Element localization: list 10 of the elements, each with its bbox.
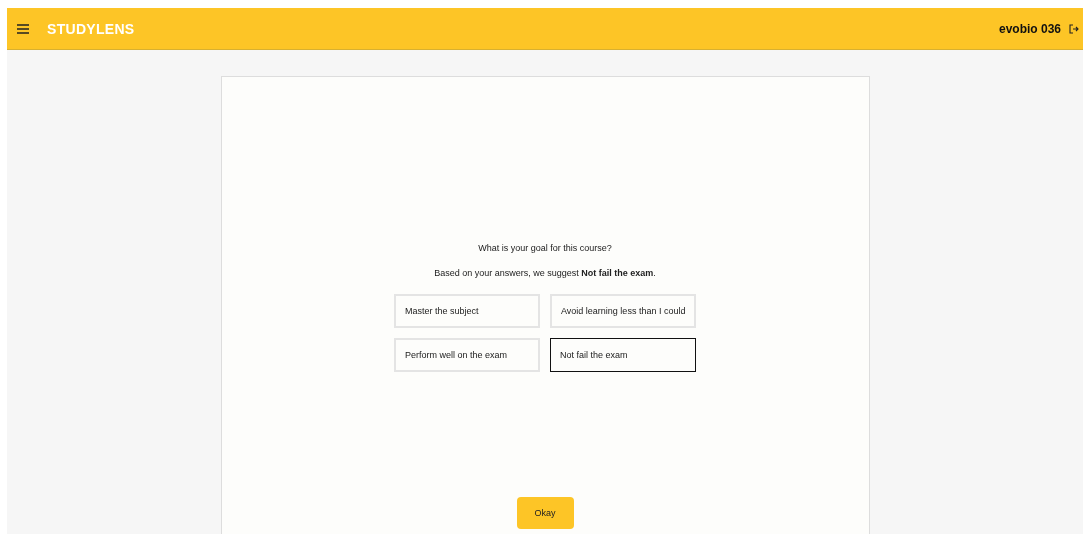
- menu-icon[interactable]: [17, 23, 29, 34]
- username: evobio 036: [998, 21, 1061, 36]
- okay-button[interactable]: Okay: [516, 497, 574, 529]
- answer-option[interactable]: Avoid learning less than I could: [550, 294, 696, 328]
- answer-option[interactable]: Perform well on the exam: [394, 338, 540, 372]
- suggestion-text: Based on your answers, we suggest Not fail the exam.: [434, 268, 656, 278]
- answer-option[interactable]: Not fail the exam: [550, 338, 696, 372]
- logout-icon[interactable]: [1069, 23, 1079, 34]
- question-text: What is your goal for this course?: [478, 243, 612, 253]
- answer-option[interactable]: Master the subject: [394, 294, 540, 328]
